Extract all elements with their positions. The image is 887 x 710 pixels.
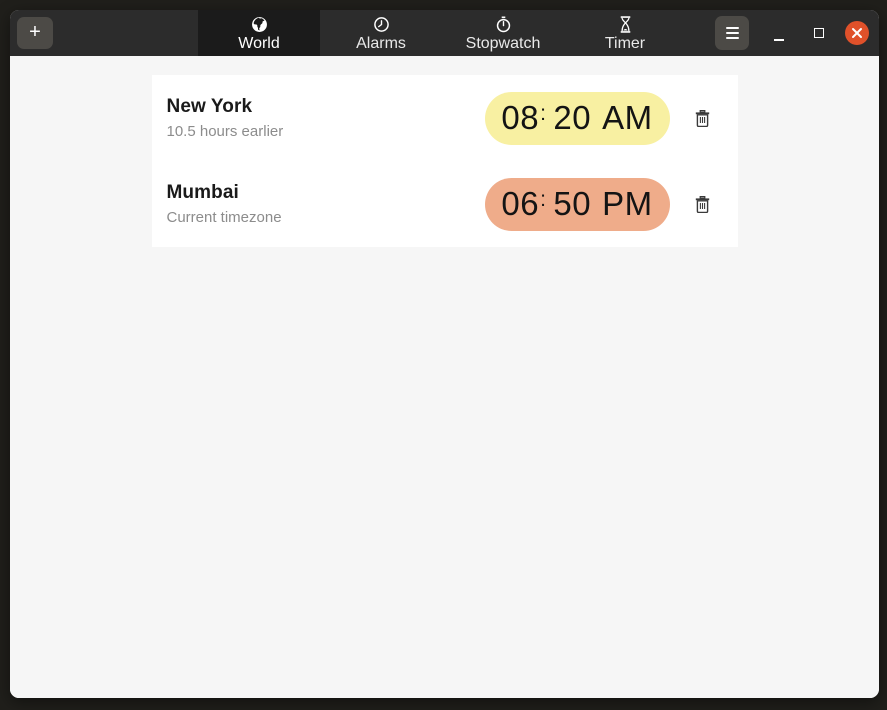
timezone-offset-label: 10.5 hours earlier <box>166 123 284 140</box>
hamburger-menu-button[interactable] <box>715 16 749 50</box>
tab-alarms-label: Alarms <box>356 35 406 52</box>
time-minutes: 50 <box>553 185 592 222</box>
stopwatch-icon <box>495 16 512 33</box>
clocks-list: New York 10.5 hours earlier 08:20 AM Mum… <box>151 75 738 247</box>
city-name: New York <box>166 96 253 117</box>
hourglass-icon <box>618 16 633 33</box>
timezone-offset-label: Current timezone <box>166 209 282 226</box>
clock-row-mumbai: Mumbai Current timezone 06:50 PM <box>152 161 738 247</box>
tab-stopwatch-label: Stopwatch <box>465 35 541 52</box>
alarm-icon <box>373 16 390 33</box>
time-hours: 08 <box>501 99 540 136</box>
clock-info: New York 10.5 hours earlier <box>167 96 485 140</box>
maximize-button[interactable] <box>807 21 831 45</box>
city-name: Mumbai <box>166 182 239 203</box>
tab-timer[interactable]: Timer <box>564 10 686 56</box>
delete-clock-button[interactable] <box>692 192 714 216</box>
close-button[interactable] <box>845 21 869 45</box>
world-clocks-view: New York 10.5 hours earlier 08:20 AM Mum… <box>10 56 879 698</box>
time-minutes: 20 <box>553 99 592 136</box>
tab-stopwatch[interactable]: Stopwatch <box>442 10 564 56</box>
clock-info: Mumbai Current timezone <box>167 182 485 226</box>
time-badge: 08:20 AM <box>484 91 670 145</box>
time-separator: : <box>540 188 547 211</box>
time-hours: 06 <box>501 185 540 222</box>
trash-icon <box>695 195 710 213</box>
time-separator: : <box>540 102 547 125</box>
window-controls <box>715 10 879 56</box>
delete-clock-button[interactable] <box>692 106 714 130</box>
trash-icon <box>695 109 710 127</box>
time-period: PM <box>602 185 653 222</box>
tab-world-label: World <box>238 35 280 52</box>
minimize-button[interactable] <box>767 21 791 45</box>
view-switcher: World Alarms Stopwatch Timer <box>198 10 686 56</box>
time-period: AM <box>602 99 653 136</box>
globe-icon <box>251 16 268 33</box>
clock-row-new-york: New York 10.5 hours earlier 08:20 AM <box>152 75 738 161</box>
headerbar: + World Alarms Stopwatch Timer <box>10 10 879 56</box>
tab-world[interactable]: World <box>198 10 320 56</box>
add-clock-button[interactable]: + <box>17 17 53 49</box>
clocks-window: + World Alarms Stopwatch Timer New York … <box>10 10 879 698</box>
tab-alarms[interactable]: Alarms <box>320 10 442 56</box>
tab-timer-label: Timer <box>604 35 646 52</box>
time-badge: 06:50 PM <box>484 177 670 231</box>
